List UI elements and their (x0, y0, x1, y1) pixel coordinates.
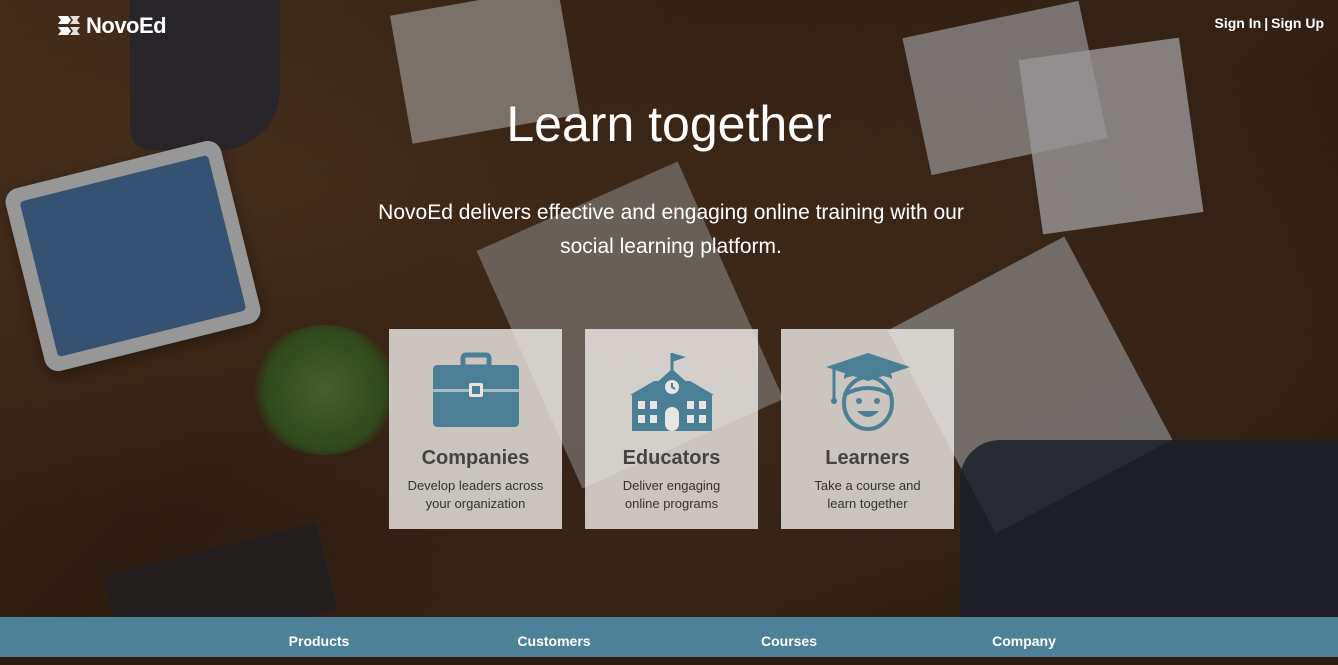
briefcase-icon (389, 351, 562, 431)
companies-card[interactable]: Companies Develop leaders across your or… (389, 329, 562, 529)
card-description: Take a course and learn together (789, 477, 946, 513)
card-title: Educators (622, 447, 721, 469)
card-title: Learners (825, 447, 910, 469)
footer-link-courses[interactable]: Courses (761, 617, 817, 665)
brand-logo[interactable]: NovoEd (56, 13, 167, 39)
card-description-line: Take a course and (814, 478, 921, 493)
learners-card[interactable]: Learners Take a course and learn togethe… (781, 329, 954, 529)
footer-link-products[interactable]: Products (289, 617, 350, 665)
school-building-icon (585, 351, 758, 431)
card-description-line: learn together (827, 496, 908, 511)
educators-card[interactable]: Educators Deliver engaging online progra… (585, 329, 758, 529)
card-description-line: online programs (624, 496, 719, 511)
card-description-line: Deliver engaging (622, 478, 721, 493)
card-description-line: your organization (425, 496, 526, 511)
graduate-face-icon (781, 351, 954, 431)
footer-link-customers[interactable]: Customers (517, 617, 590, 665)
sign-in-link[interactable]: Sign In (1215, 15, 1262, 31)
footer-link-company[interactable]: Company (992, 617, 1056, 665)
auth-links: Sign In | Sign Up (1215, 15, 1324, 31)
novoed-logo-icon (58, 16, 80, 35)
brand-name: NovoEd (86, 13, 167, 38)
sign-up-link[interactable]: Sign Up (1271, 15, 1324, 31)
card-title: Companies (421, 447, 530, 469)
card-description: Deliver engaging online programs (593, 477, 750, 513)
page-title: Learn together (506, 96, 832, 152)
card-description-line: Develop leaders across (407, 478, 544, 493)
footer-nav: Products Customers Courses Company (0, 617, 1338, 657)
card-description: Develop leaders across your organization (397, 477, 554, 513)
auth-separator: | (1264, 15, 1269, 31)
hero-subtitle: NovoEd delivers effective and engaging o… (378, 201, 964, 258)
